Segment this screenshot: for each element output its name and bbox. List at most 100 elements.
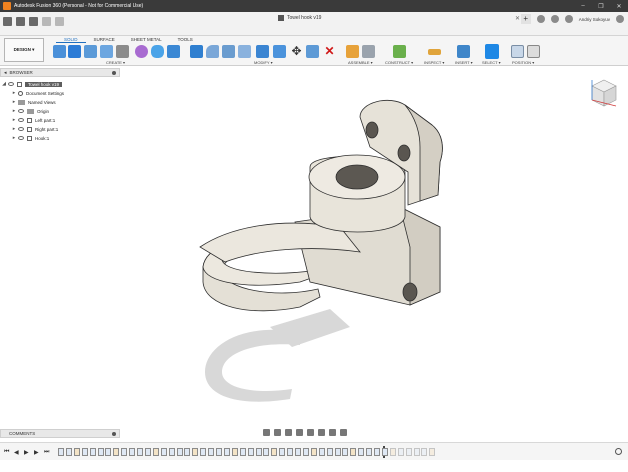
close-window-button[interactable]: ✕: [610, 3, 628, 10]
grid-menu-icon[interactable]: [3, 17, 12, 26]
group-construct[interactable]: CONSTRUCT ▾: [385, 60, 413, 65]
timeline-feature[interactable]: [160, 448, 167, 456]
extensions-icon[interactable]: [536, 15, 545, 23]
tree-item-document-settings[interactable]: ▸ Document Settings: [10, 89, 64, 97]
help-icon[interactable]: [564, 15, 573, 23]
timeline-feature[interactable]: [295, 448, 301, 456]
tree-item-hook[interactable]: ▸ Hook:1: [10, 134, 50, 142]
browser-header[interactable]: ◂ BROWSER: [0, 68, 120, 77]
timeline-feature[interactable]: [279, 448, 286, 456]
group-insert[interactable]: INSERT ▾: [455, 60, 473, 65]
visibility-icon[interactable]: [18, 127, 24, 131]
minimize-button[interactable]: –: [574, 3, 592, 9]
user-name[interactable]: Andriy Sokoyuv: [579, 17, 610, 22]
maximize-button[interactable]: ❐: [592, 3, 610, 10]
expand-icon[interactable]: ▸: [10, 126, 18, 132]
timeline-feature[interactable]: [121, 448, 128, 456]
expand-icon[interactable]: ▸: [10, 99, 18, 105]
chamfer-icon[interactable]: [222, 45, 235, 58]
timeline-feature[interactable]: [216, 448, 222, 456]
timeline-feature[interactable]: [105, 448, 112, 456]
timeline-feature[interactable]: [350, 448, 357, 456]
timeline-feature[interactable]: [318, 448, 325, 456]
timeline-feature[interactable]: [334, 448, 341, 456]
grid-settings-icon[interactable]: [329, 429, 336, 436]
timeline-feature[interactable]: [97, 448, 104, 456]
expand-icon[interactable]: ▸: [10, 135, 18, 141]
step-forward-icon[interactable]: ▶: [34, 449, 39, 456]
hole-icon[interactable]: [116, 45, 129, 58]
go-to-end-icon[interactable]: ⏭: [44, 449, 49, 456]
play-icon[interactable]: ▶: [24, 449, 29, 456]
box-icon[interactable]: [167, 45, 180, 58]
visibility-icon[interactable]: [8, 82, 14, 86]
group-create[interactable]: CREATE ▾: [106, 60, 125, 65]
timeline-feature[interactable]: [413, 448, 420, 456]
timeline-feature[interactable]: [137, 448, 143, 456]
comments-panel[interactable]: COMMENTS: [0, 429, 120, 438]
timeline-feature[interactable]: [326, 448, 333, 456]
timeline-feature[interactable]: [168, 448, 175, 456]
timeline-feature[interactable]: [421, 448, 428, 456]
timeline-feature[interactable]: [89, 448, 96, 456]
timeline-feature[interactable]: [58, 448, 64, 456]
timeline-settings-icon[interactable]: [615, 448, 622, 455]
group-inspect[interactable]: INSPECT ▾: [424, 60, 444, 65]
timeline-feature[interactable]: [223, 448, 230, 456]
group-assemble[interactable]: ASSEMBLE ▾: [348, 60, 373, 65]
select-icon[interactable]: [485, 44, 499, 59]
capture-position-icon[interactable]: [511, 45, 524, 58]
visibility-icon[interactable]: [18, 109, 24, 113]
revolve-icon[interactable]: [100, 45, 113, 58]
timeline-feature[interactable]: [287, 448, 294, 456]
timeline-feature[interactable]: [200, 448, 207, 456]
timeline-feature[interactable]: [247, 448, 254, 456]
revert-position-icon[interactable]: [527, 45, 540, 58]
timeline-feature[interactable]: [129, 448, 136, 456]
timeline-feature[interactable]: [73, 448, 80, 456]
group-select[interactable]: SELECT ▾: [482, 60, 501, 65]
new-component-icon[interactable]: [53, 45, 66, 58]
move-icon[interactable]: ✥: [290, 45, 303, 58]
workspace-switcher[interactable]: DESIGN ▾: [4, 38, 44, 62]
tree-item-root[interactable]: ◢ Towel hook v19: [0, 80, 63, 88]
close-tab-button[interactable]: ✕: [515, 15, 520, 22]
shell-icon[interactable]: [238, 45, 251, 58]
timeline-feature[interactable]: [342, 448, 349, 456]
group-modify[interactable]: MODIFY ▾: [254, 60, 273, 65]
go-to-start-icon[interactable]: ⏮: [4, 449, 9, 456]
tree-item-named-views[interactable]: ▸ Named Views: [10, 98, 56, 106]
timeline-feature[interactable]: [302, 448, 309, 456]
fit-icon[interactable]: [307, 429, 314, 436]
visibility-icon[interactable]: [18, 136, 24, 140]
expand-icon[interactable]: ▸: [10, 90, 18, 96]
fillet-icon[interactable]: [206, 45, 219, 58]
timeline-feature[interactable]: [255, 448, 262, 456]
model-viewport[interactable]: [0, 77, 628, 427]
offset-plane-icon[interactable]: [393, 45, 406, 58]
timeline-feature[interactable]: [381, 448, 388, 456]
look-at-icon[interactable]: [274, 429, 281, 436]
new-tab-button[interactable]: +: [520, 14, 531, 24]
new-component-assemble-icon[interactable]: [346, 45, 359, 58]
zoom-icon[interactable]: [296, 429, 303, 436]
create-sketch-icon[interactable]: [68, 45, 81, 58]
expand-icon[interactable]: ▸: [10, 108, 18, 114]
visibility-icon[interactable]: [18, 118, 24, 122]
timeline-feature[interactable]: [231, 448, 238, 456]
undo-icon[interactable]: [42, 17, 51, 26]
timeline-feature[interactable]: [271, 448, 278, 456]
timeline-feature[interactable]: [358, 448, 365, 456]
expand-icon[interactable]: ▸: [10, 117, 18, 123]
timeline-feature[interactable]: [405, 448, 412, 456]
tree-item-right-part[interactable]: ▸ Right part:1: [10, 125, 59, 133]
tree-item-origin[interactable]: ▸ Origin: [10, 107, 49, 115]
timeline-feature[interactable]: [144, 448, 151, 456]
combine-icon[interactable]: [256, 45, 269, 58]
step-back-icon[interactable]: ◀: [14, 449, 19, 456]
tab-sheet-metal[interactable]: SHEET METAL: [123, 37, 170, 43]
view-cube[interactable]: [588, 76, 620, 108]
save-icon[interactable]: [29, 17, 38, 26]
timeline-feature[interactable]: [263, 448, 270, 456]
group-position[interactable]: POSITION ▾: [512, 60, 534, 65]
